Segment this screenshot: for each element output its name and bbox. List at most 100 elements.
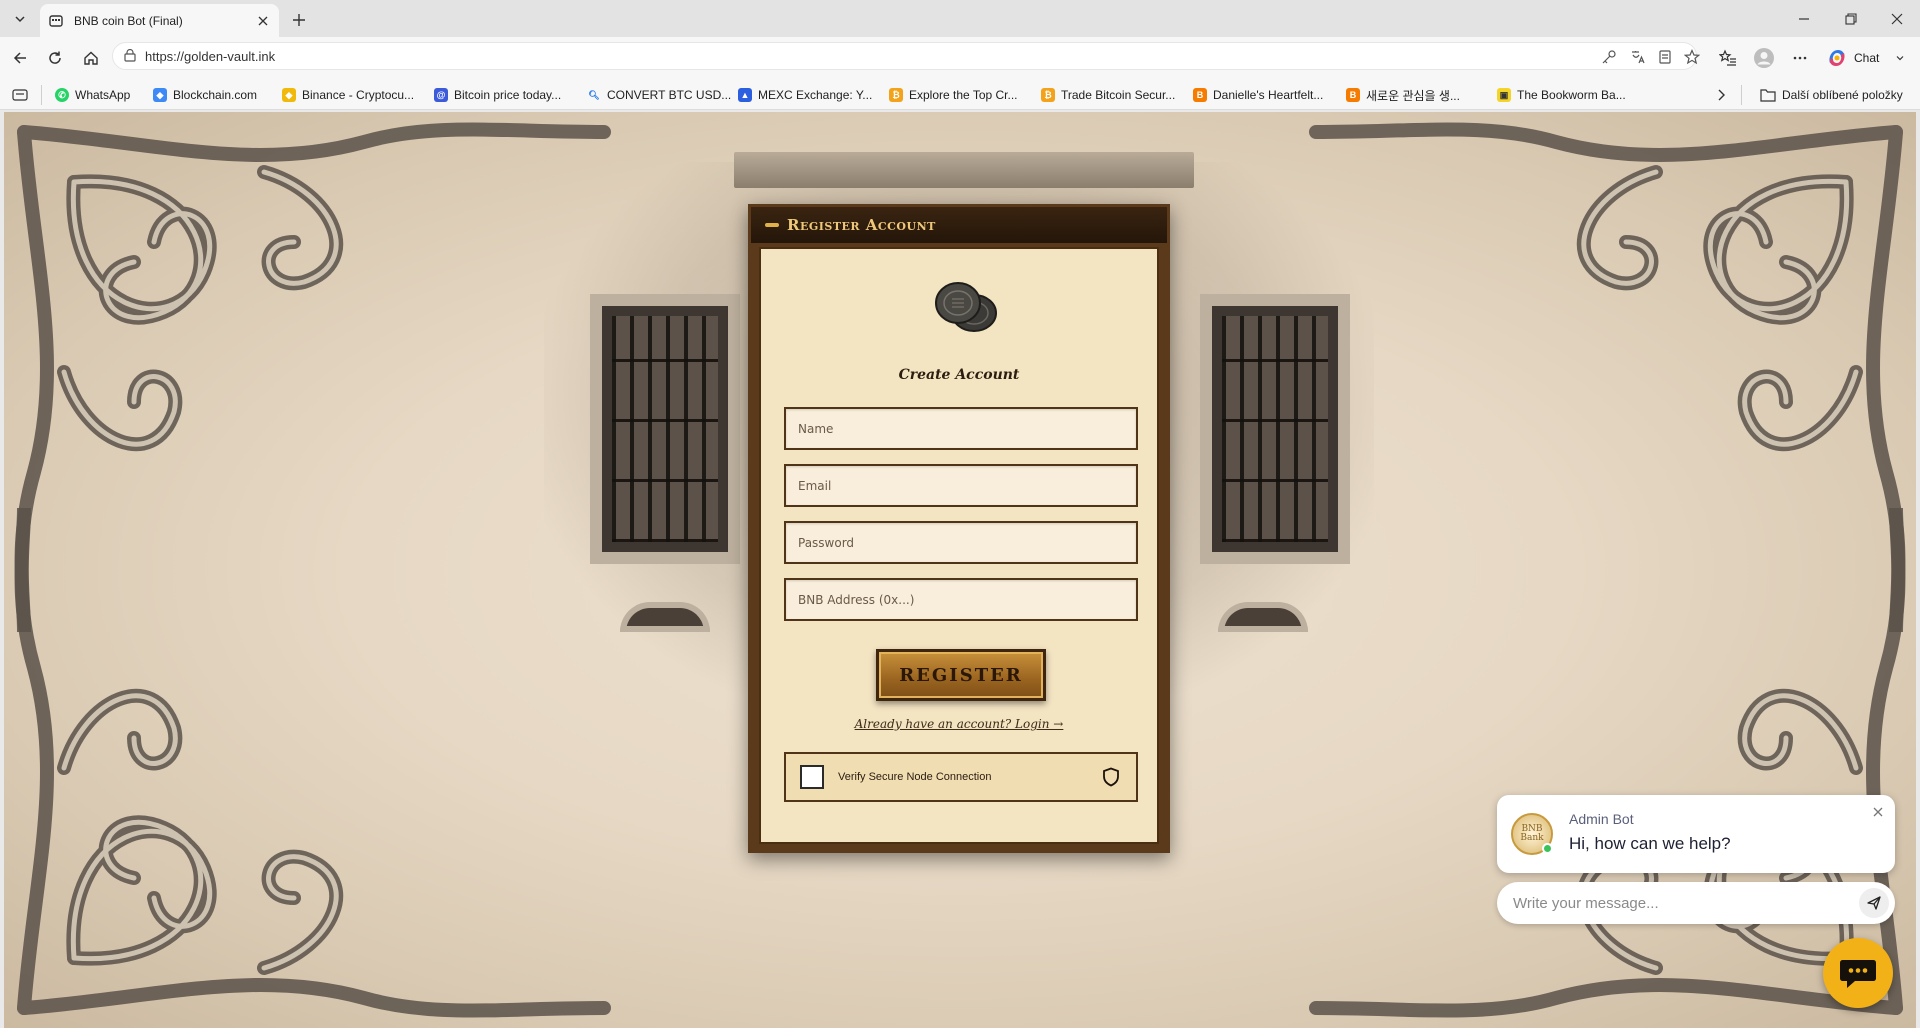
register-form: Create Account REGISTER Already have an … <box>759 247 1159 844</box>
bnb-address-field[interactable] <box>784 578 1138 621</box>
tab-title: BNB coin Bot (Final) <box>74 13 183 28</box>
back-button[interactable] <box>8 46 32 70</box>
coin-site-icon: @ <box>434 88 448 102</box>
tab-actions-menu-button[interactable] <box>8 7 32 31</box>
name-input[interactable] <box>798 421 1136 436</box>
online-status-dot <box>1542 843 1553 854</box>
bookmark-bitcoin-price[interactable]: @ Bitcoin price today... <box>434 86 561 104</box>
building-cornice <box>734 152 1194 188</box>
tab-close-button[interactable] <box>255 13 271 29</box>
bitcoin-icon: ₿ <box>889 88 903 102</box>
bookmark-danielle[interactable]: B Danielle's Heartfelt... <box>1193 86 1323 104</box>
new-tab-button[interactable] <box>287 8 311 32</box>
address-bar[interactable]: https://golden-vault.ink <box>112 42 1700 70</box>
mexc-icon: ▲ <box>738 88 752 102</box>
password-field[interactable] <box>784 521 1138 564</box>
minimize-icon <box>1799 18 1809 20</box>
bookmark-trade-bitcoin[interactable]: ₿ Trade Bitcoin Secur... <box>1041 86 1175 104</box>
search-icon: 🔍︎ <box>588 89 600 100</box>
binance-icon: ◆ <box>282 88 296 102</box>
shield-icon <box>1100 766 1122 788</box>
reload-icon <box>49 51 61 64</box>
close-icon <box>1873 807 1883 817</box>
bookmark-bookworm[interactable]: ▣ The Bookworm Ba... <box>1497 86 1626 104</box>
bookmarks-overflow-button[interactable] <box>1716 86 1726 104</box>
chat-bubble-icon <box>1840 960 1876 988</box>
bot-greeting: Hi, how can we help? <box>1569 834 1731 853</box>
page-favicon-icon <box>49 14 63 27</box>
chat-close-button[interactable] <box>1871 805 1885 819</box>
register-card-title: Register Account <box>787 216 936 234</box>
blogger-icon: B <box>1346 88 1360 102</box>
active-tab[interactable]: BNB coin Bot (Final) <box>40 4 279 37</box>
login-link[interactable]: Already have an account? Login → <box>761 717 1157 731</box>
basement-vent-right <box>1218 602 1308 632</box>
restore-button[interactable] <box>1838 6 1864 32</box>
folder-icon <box>1760 89 1776 102</box>
home-icon <box>84 51 98 65</box>
bookmark-explore-crypto[interactable]: ₿ Explore the Top Cr... <box>889 86 1018 104</box>
bookmarks-divider <box>41 85 42 105</box>
page-background: Register Account Create Account Name Ema… <box>4 112 1916 1028</box>
browser-toolbar: https://golden-vault.ink Chat <box>0 37 1920 80</box>
copilot-chat-button[interactable]: Chat <box>1826 45 1908 71</box>
chat-send-button[interactable] <box>1859 888 1889 918</box>
close-window-button[interactable] <box>1884 6 1910 32</box>
chat-greeting-bubble[interactable]: BNB Bank Admin Bot Hi, how can we help? <box>1497 795 1895 873</box>
whatsapp-icon: ✆ <box>55 88 69 102</box>
bookmark-binance[interactable]: ◆ Binance - Cryptocu... <box>282 86 414 104</box>
restore-icon <box>1845 13 1857 25</box>
email-input[interactable] <box>798 478 1136 493</box>
bitcoin-icon: ₿ <box>1041 88 1055 102</box>
coins-icon <box>935 282 997 332</box>
arrow-left-icon <box>13 52 26 64</box>
verify-checkbox[interactable] <box>800 765 824 789</box>
plus-icon <box>293 14 305 26</box>
header-dash-icon <box>765 223 779 227</box>
other-bookmarks-folder[interactable]: Další oblíbené položky <box>1760 86 1903 104</box>
bookmarks-toggle-icon[interactable] <box>12 86 28 104</box>
url-text: https://golden-vault.ink <box>145 48 276 64</box>
close-icon <box>258 16 268 25</box>
chat-message-input[interactable] <box>1513 894 1859 912</box>
reading-view-icon[interactable] <box>1657 49 1673 65</box>
reload-button[interactable] <box>43 46 67 70</box>
home-button[interactable] <box>79 46 103 70</box>
bookmark-convert-btc[interactable]: 🔍︎ CONVERT BTC USD... <box>587 86 731 104</box>
avatar-icon <box>1754 48 1774 68</box>
name-field[interactable] <box>784 407 1138 450</box>
register-card: Register Account Create Account Name Ema… <box>748 204 1170 853</box>
copilot-icon <box>1829 50 1845 66</box>
bookmark-mexc[interactable]: ▲ MEXC Exchange: Y... <box>738 86 872 104</box>
bookmark-korean-blog[interactable]: B 새로운 관심을 생... <box>1346 86 1460 104</box>
blogger-icon: B <box>1193 88 1207 102</box>
chat-input-bar <box>1497 882 1895 924</box>
register-button[interactable]: REGISTER <box>876 649 1046 701</box>
favorite-star-icon[interactable] <box>1684 49 1700 65</box>
chevron-down-icon <box>15 16 25 23</box>
barred-window-left <box>590 294 740 564</box>
password-key-icon[interactable] <box>1601 49 1617 65</box>
create-account-heading: Create Account <box>898 367 1020 383</box>
password-input[interactable] <box>798 535 1136 550</box>
bookworm-icon: ▣ <box>1497 88 1511 102</box>
settings-more-button[interactable] <box>1788 46 1812 70</box>
bot-name: Admin Bot <box>1569 811 1634 827</box>
minimize-button[interactable] <box>1791 6 1817 32</box>
blockchain-icon: ◆ <box>153 88 167 102</box>
bookmark-whatsapp[interactable]: ✆ WhatsApp <box>55 86 130 104</box>
chat-launcher-button[interactable] <box>1823 938 1893 1008</box>
bookmarks-bar: ✆ WhatsApp ◆ Blockchain.com ◆ Binance - Cry… <box>0 80 1920 110</box>
barred-window-right <box>1200 294 1350 564</box>
email-field[interactable] <box>784 464 1138 507</box>
close-icon <box>1891 13 1903 25</box>
profile-button[interactable] <box>1752 46 1776 70</box>
favorites-button[interactable] <box>1716 46 1740 70</box>
basement-vent-left <box>620 602 710 632</box>
bookmark-blockchain[interactable]: ◆ Blockchain.com <box>153 86 257 104</box>
site-info-icon[interactable] <box>123 49 137 63</box>
bookmarks-divider <box>1741 85 1742 105</box>
more-horizontal-icon <box>1793 56 1807 60</box>
translate-icon[interactable] <box>1630 49 1646 65</box>
bnb-address-input[interactable] <box>798 592 1136 607</box>
